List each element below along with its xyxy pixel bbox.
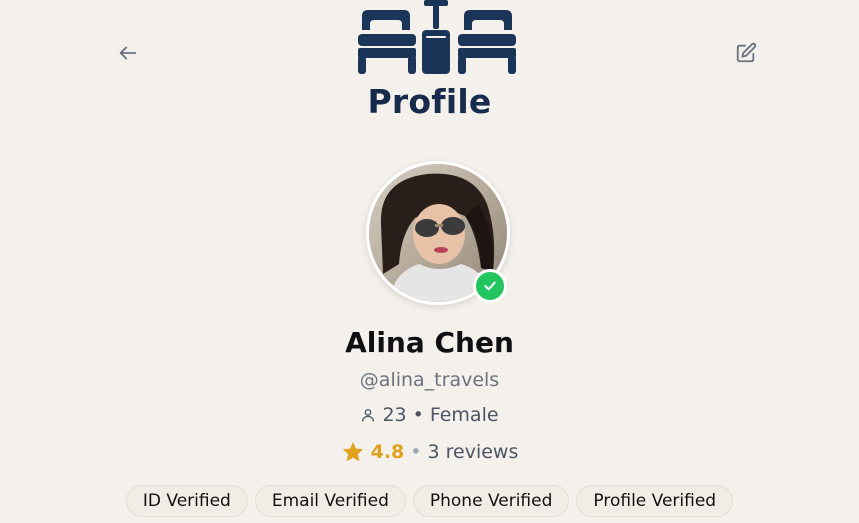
beds-lamp-logo-icon [358, 0, 516, 74]
avatar-container [366, 161, 510, 305]
edit-profile-button[interactable] [728, 35, 764, 71]
user-icon [362, 409, 375, 422]
profile-handle: @alina_travels [359, 369, 500, 391]
verified-badge [473, 269, 507, 303]
profile-meta: 23 • Female [0, 404, 859, 426]
reviews-count[interactable]: 3 reviews [428, 441, 519, 463]
arrow-left-icon [119, 46, 137, 60]
rating-separator: • [410, 441, 422, 463]
profile-gender: Female [429, 404, 499, 426]
badge-phone-verified: Phone Verified [412, 485, 570, 517]
star-icon [342, 442, 363, 462]
rating-value: 4.8 [370, 441, 405, 463]
profile-rating[interactable]: 4.8 • 3 reviews [0, 440, 859, 464]
badge-profile-verified: Profile Verified [576, 485, 734, 517]
profile-age: 23 [382, 404, 407, 426]
back-button[interactable] [110, 35, 146, 71]
verification-badges: ID Verified Email Verified Phone Verifie… [0, 485, 859, 517]
top-bar [0, 0, 859, 90]
badge-id-verified: ID Verified [125, 485, 248, 517]
meta-separator: • [412, 404, 424, 426]
page-title: Profile [367, 82, 492, 121]
badge-email-verified: Email Verified [254, 485, 406, 517]
check-icon [484, 281, 496, 291]
profile-name: Alina Chen [345, 326, 514, 359]
edit-icon [736, 42, 757, 63]
